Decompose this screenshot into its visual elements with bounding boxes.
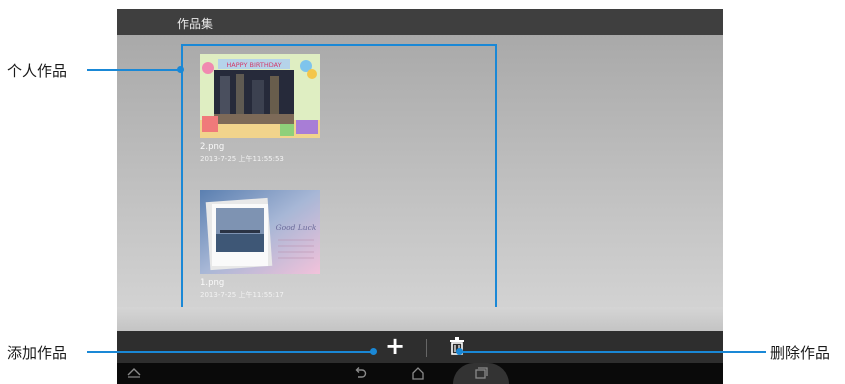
chevron-up-icon[interactable]: [127, 366, 141, 381]
gallery-footer-strip: [117, 307, 723, 331]
back-icon[interactable]: [353, 366, 367, 383]
callout-dot-personal-works: [177, 66, 184, 73]
file-name: 1.png: [200, 278, 225, 288]
plus-icon: +: [385, 332, 406, 360]
title-bar: 作品集: [117, 9, 723, 35]
add-work-button[interactable]: +: [385, 333, 405, 359]
gallery-area: HAPPY BIRTHDAY 2.png 2013-7-25 上午11:55:5…: [117, 35, 723, 331]
action-bar: +: [117, 331, 723, 363]
callout-line-delete-work: [460, 351, 766, 353]
callout-line-add-work: [87, 351, 374, 353]
callout-delete-work: 删除作品: [770, 344, 831, 362]
personal-works-selection-box: HAPPY BIRTHDAY 2.png 2013-7-25 上午11:55:5…: [181, 44, 497, 314]
work-thumbnail-goodluck[interactable]: Good Luck: [200, 190, 320, 274]
callout-dot-add-work: [370, 348, 377, 355]
system-nav-bar: [117, 363, 723, 384]
page-title: 作品集: [177, 17, 214, 31]
app-screen: 作品集 HAPPY BIRTHDAY 2.png 2013-7-25 上午11:…: [117, 9, 723, 384]
callout-line-personal-works: [87, 69, 181, 71]
file-date: 2013-7-25 上午11:55:53: [200, 155, 284, 163]
callout-dot-delete-work: [456, 348, 463, 355]
card-text: HAPPY BIRTHDAY: [226, 61, 281, 69]
home-icon[interactable]: [411, 366, 425, 383]
action-separator: [426, 339, 427, 357]
birthday-card-image: HAPPY BIRTHDAY: [200, 54, 320, 138]
callout-personal-works: 个人作品: [7, 62, 68, 80]
card-text: Good Luck: [276, 223, 317, 232]
good-luck-card-image: Good Luck: [200, 190, 320, 274]
file-name: 2.png: [200, 142, 225, 152]
file-date: 2013-7-25 上午11:55:17: [200, 291, 284, 299]
recent-apps-icon[interactable]: [474, 366, 488, 383]
callout-add-work: 添加作品: [7, 344, 68, 362]
work-thumbnail-birthday[interactable]: HAPPY BIRTHDAY: [200, 54, 320, 138]
